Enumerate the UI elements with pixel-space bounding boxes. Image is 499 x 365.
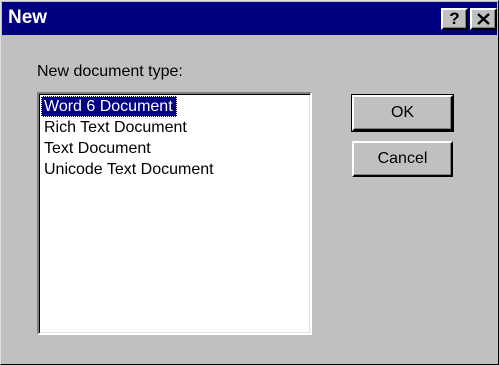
close-button[interactable] <box>470 8 497 30</box>
dialog-title: New <box>8 7 48 28</box>
new-dialog: New ? New document type: Word 6 Document… <box>0 0 499 365</box>
list-item-text[interactable]: Text Document <box>41 138 155 159</box>
list-item-word6[interactable]: Word 6 Document <box>41 96 177 117</box>
close-icon <box>477 13 490 25</box>
help-button[interactable]: ? <box>441 8 468 30</box>
list-item-unicode-text[interactable]: Unicode Text Document <box>41 159 218 180</box>
document-type-label: New document type: <box>37 63 183 80</box>
list-item-rich-text[interactable]: Rich Text Document <box>41 117 191 138</box>
ok-button[interactable]: OK <box>351 94 454 132</box>
title-bar[interactable]: New ? <box>2 2 497 35</box>
document-type-list[interactable]: Word 6 Document Rich Text Document Text … <box>37 92 312 335</box>
cancel-button[interactable]: Cancel <box>352 141 453 177</box>
